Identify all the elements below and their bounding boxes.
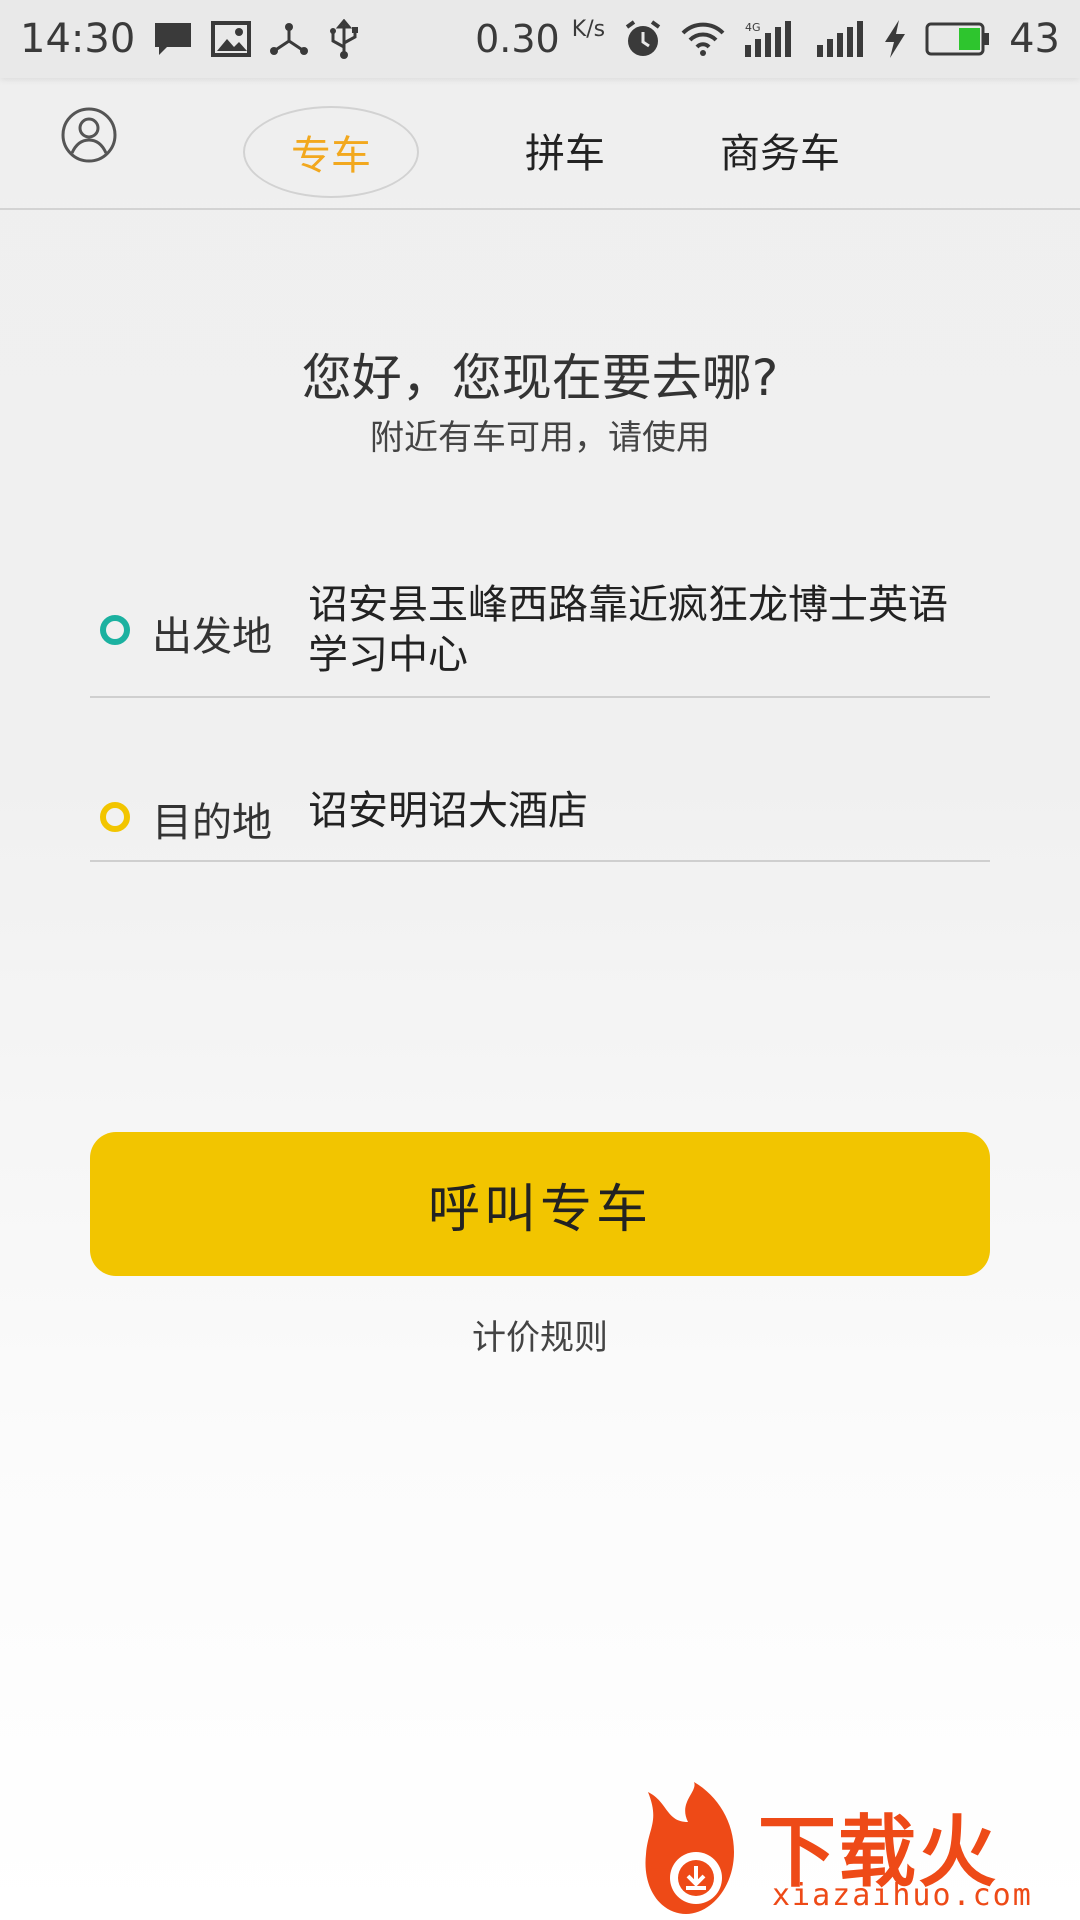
alarm-icon <box>623 19 663 59</box>
signal-icon <box>815 19 865 59</box>
net-speed-unit: K/s <box>571 17 606 42</box>
tab-zhuanche[interactable]: 专车 <box>243 106 419 198</box>
message-icon <box>153 21 193 57</box>
greeting-subtitle: 附近有车可用，请使用 <box>370 418 710 458</box>
net-speed-value: 0.30 <box>475 17 560 61</box>
destination-value[interactable]: 诏安明诏大酒店 <box>308 786 978 836</box>
origin-label: 出发地 <box>152 614 272 660</box>
charging-icon <box>883 20 907 58</box>
destination-label: 目的地 <box>152 800 272 846</box>
tab-pinche[interactable]: 拼车 <box>500 106 630 194</box>
status-bar-left: 14:30 <box>20 16 361 62</box>
top-nav: 专车 拼车 商务车 <box>0 80 1080 210</box>
profile-avatar-icon[interactable] <box>60 106 118 164</box>
status-bar-right: 0.30 K/s 4G 43 <box>475 16 1060 62</box>
origin-field[interactable]: 出发地 诏安县玉峰西路靠近疯狂龙博士英语学习中心 <box>90 570 990 698</box>
battery-level: 43 <box>1009 16 1060 62</box>
net-speed: 0.30 K/s <box>475 17 605 61</box>
greeting-title: 您好，您现在要去哪? <box>301 349 779 407</box>
destination-dot-icon <box>100 802 130 832</box>
origin-dot-icon <box>100 615 130 645</box>
call-car-button[interactable]: 呼叫专车 <box>90 1132 990 1276</box>
net-type-label: 4G <box>745 21 761 34</box>
status-time: 14:30 <box>20 16 136 62</box>
destination-field[interactable]: 目的地 诏安明诏大酒店 <box>90 772 990 862</box>
wifi-icon <box>681 21 725 57</box>
watermark-url: xiazaihuo.com <box>772 1878 1033 1913</box>
battery-icon <box>925 22 991 56</box>
origin-value[interactable]: 诏安县玉峰西路靠近疯狂龙博士英语学习中心 <box>308 580 978 680</box>
flame-logo-icon <box>645 1782 734 1914</box>
signal-icon: 4G <box>743 19 797 59</box>
usb-icon <box>327 19 361 59</box>
share-icon <box>269 21 309 57</box>
image-icon <box>211 21 252 57</box>
watermark-logo: 下载火 xiazaihuo.com <box>640 1782 1080 1920</box>
pricing-rules-link[interactable]: 计价规则 <box>0 1310 1080 1359</box>
tab-shangwuche[interactable]: 商务车 <box>700 106 860 194</box>
status-bar: 14:30 0.30 K/s 4G 43 <box>0 0 1080 78</box>
